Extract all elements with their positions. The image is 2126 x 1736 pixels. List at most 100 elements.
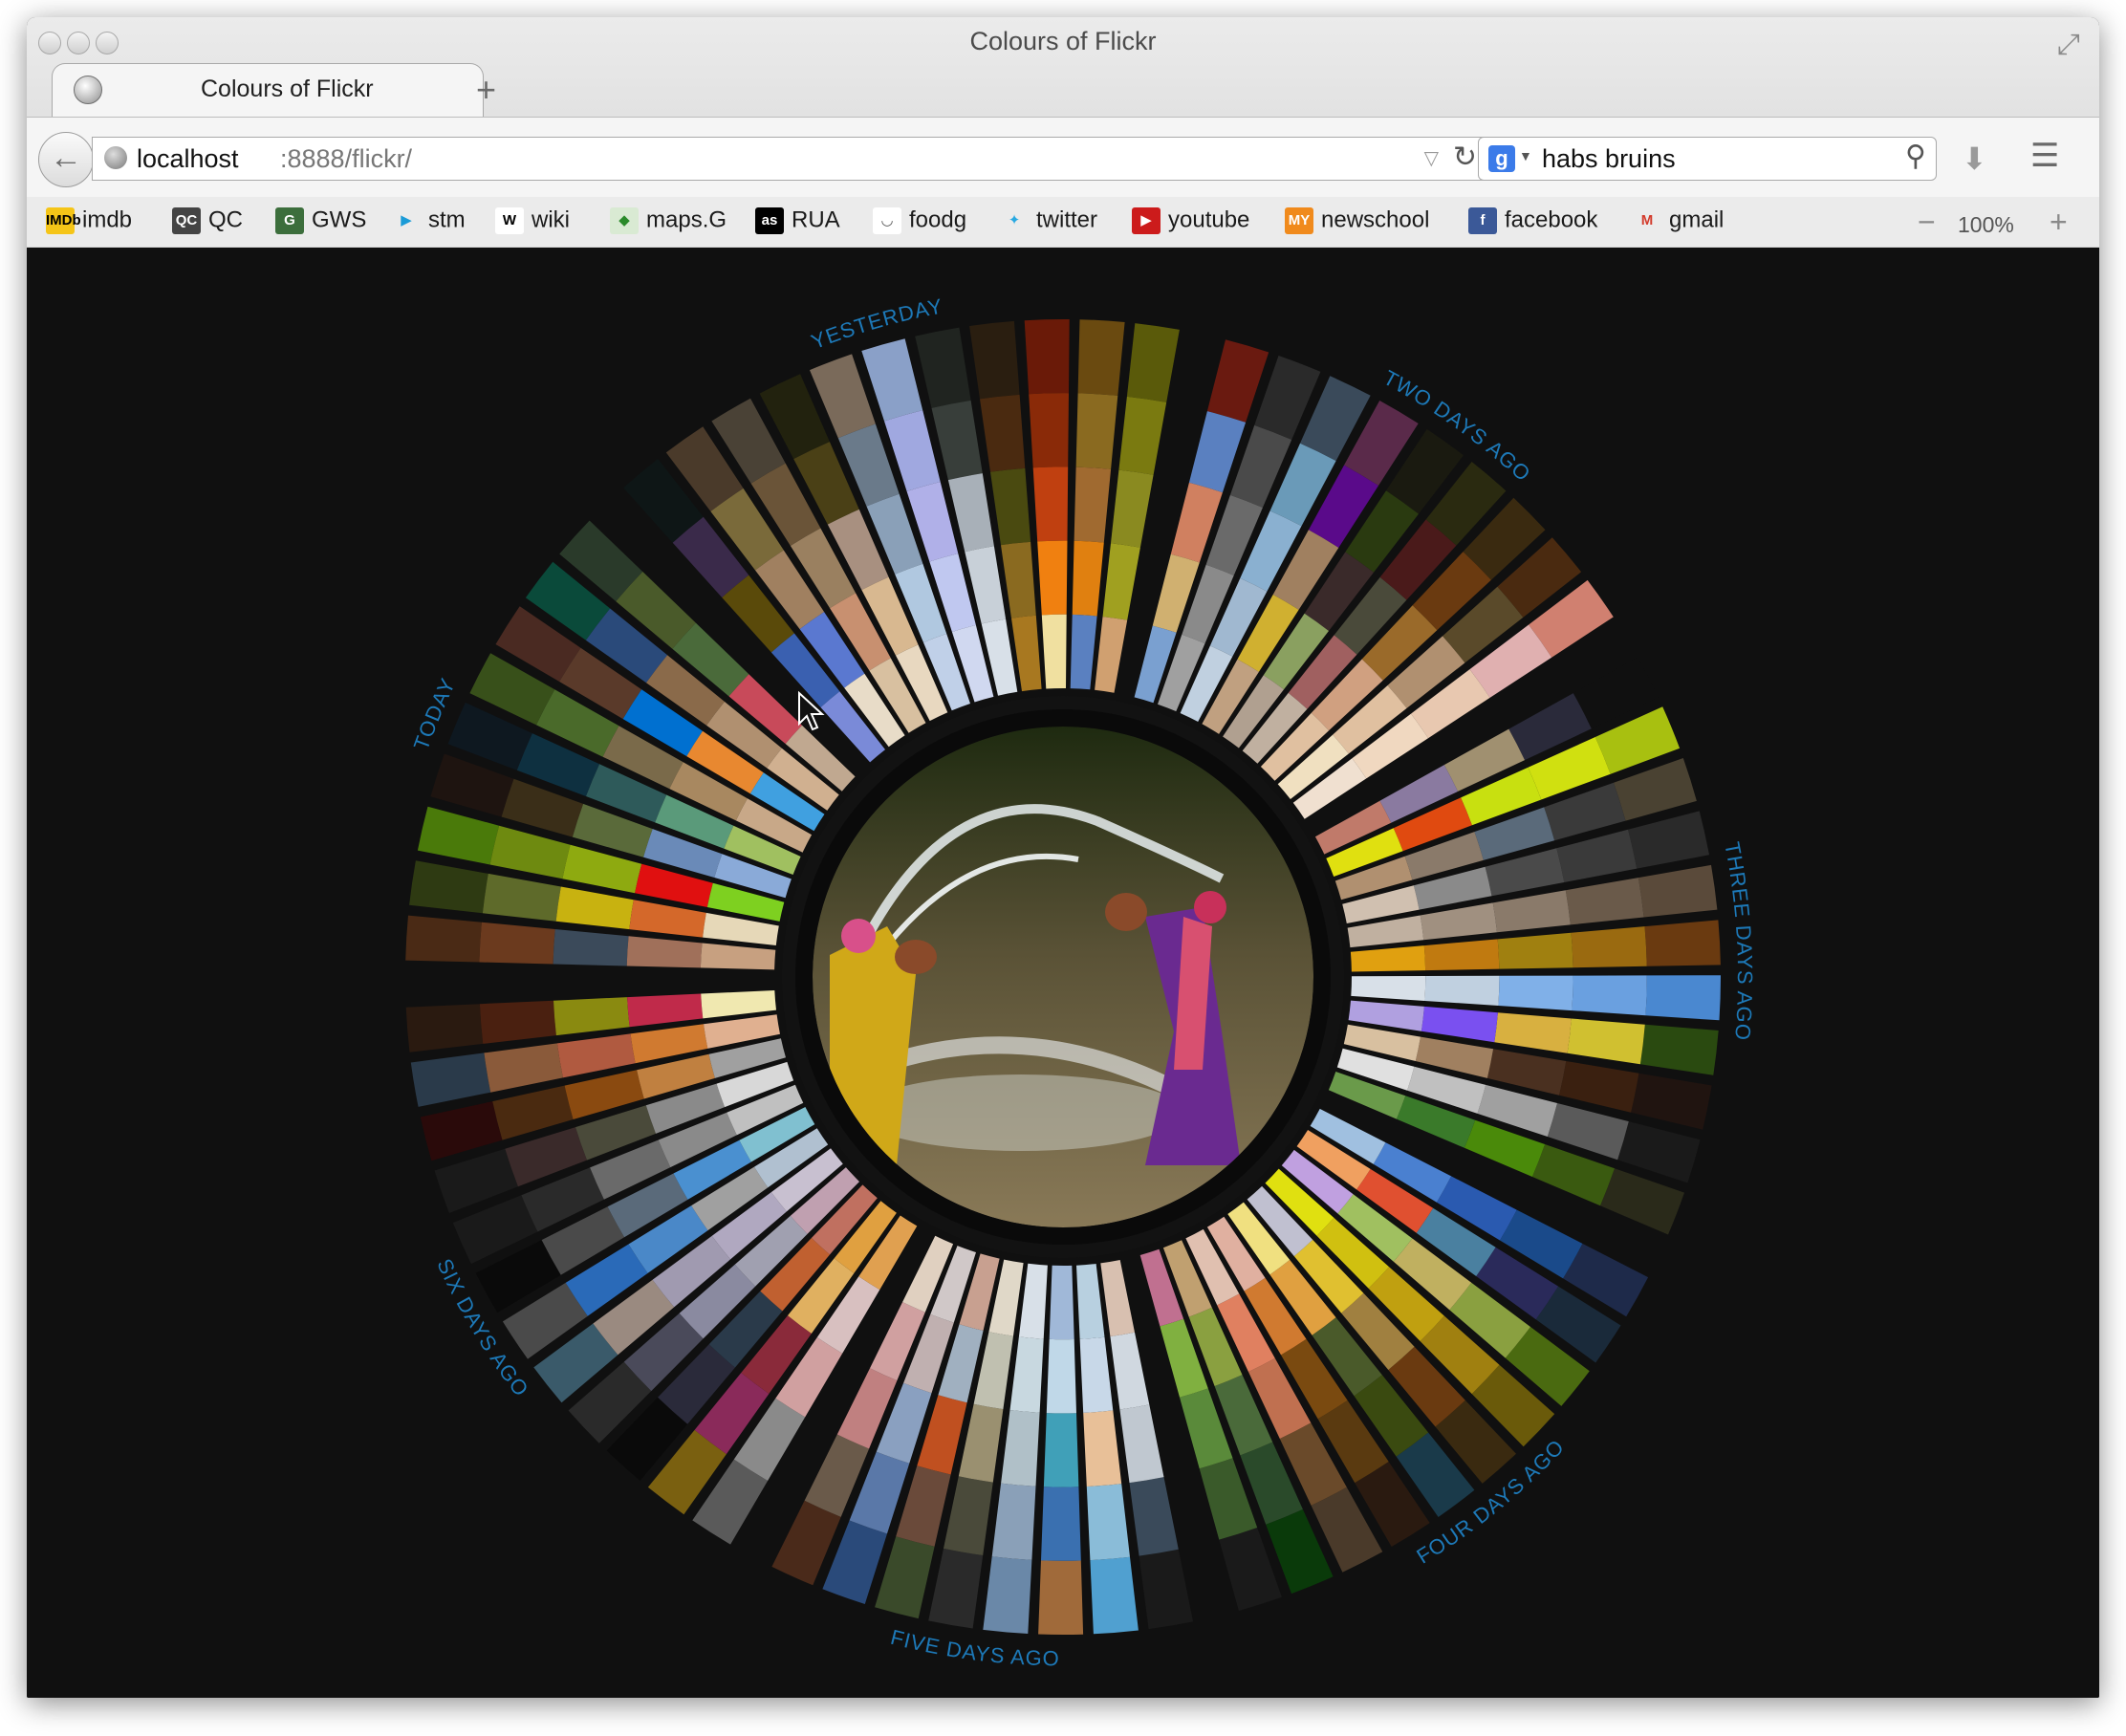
colour-swatch[interactable] bbox=[1498, 975, 1573, 1011]
colour-swatch[interactable] bbox=[1001, 1410, 1040, 1486]
colour-swatch[interactable] bbox=[958, 1403, 1004, 1483]
colour-swatch[interactable] bbox=[1043, 1413, 1079, 1487]
colour-swatch[interactable] bbox=[944, 1476, 993, 1555]
colour-swatch[interactable] bbox=[990, 467, 1031, 546]
colour-swatch[interactable] bbox=[1041, 1486, 1081, 1561]
reload-icon[interactable]: ↻ bbox=[1453, 141, 1477, 174]
colour-swatch[interactable] bbox=[1049, 1265, 1074, 1340]
colour-swatch[interactable] bbox=[1072, 540, 1104, 617]
colour-swatch[interactable] bbox=[1497, 932, 1573, 969]
bookmark-youtube[interactable]: ▶ youtube bbox=[1132, 206, 1249, 239]
colour-swatch[interactable] bbox=[947, 473, 994, 553]
zoom-out-button[interactable]: − bbox=[1918, 205, 1936, 240]
colour-swatch[interactable] bbox=[983, 1556, 1032, 1634]
google-search-engine-icon[interactable]: g bbox=[1488, 145, 1515, 172]
search-bar[interactable]: g ▼ habs bruins ⚲ bbox=[1478, 137, 1937, 181]
site-identity-icon[interactable] bbox=[104, 146, 127, 169]
colour-swatch[interactable] bbox=[1083, 1410, 1122, 1486]
colour-swatch[interactable] bbox=[1571, 926, 1647, 968]
colour-swatch[interactable] bbox=[1494, 1012, 1572, 1053]
colour-swatch[interactable] bbox=[1102, 543, 1140, 620]
colour-swatch[interactable] bbox=[1077, 319, 1125, 396]
bookmark-newschool[interactable]: MY newschool bbox=[1285, 206, 1429, 239]
colour-swatch[interactable] bbox=[1032, 467, 1069, 542]
bookmark-wiki[interactable]: Wwiki bbox=[495, 206, 570, 239]
colour-swatch[interactable] bbox=[1567, 1018, 1645, 1065]
colour-swatch[interactable] bbox=[991, 1483, 1036, 1560]
colour-swatch[interactable] bbox=[1086, 1484, 1130, 1561]
colour-swatch[interactable] bbox=[1095, 617, 1128, 693]
colour-swatch[interactable] bbox=[1018, 1263, 1048, 1339]
colour-swatch[interactable] bbox=[479, 922, 555, 965]
colour-swatch[interactable] bbox=[915, 327, 971, 408]
colour-swatch[interactable] bbox=[861, 338, 923, 422]
colour-swatch[interactable] bbox=[1079, 1336, 1114, 1413]
colour-swatch[interactable] bbox=[969, 320, 1020, 400]
colour-swatch[interactable] bbox=[1070, 614, 1097, 690]
colour-swatch[interactable] bbox=[1565, 878, 1644, 925]
colour-swatch[interactable] bbox=[1119, 1404, 1164, 1484]
bookmark-twitter[interactable]: ✦ twitter bbox=[1000, 206, 1097, 239]
colour-swatch[interactable] bbox=[928, 1548, 984, 1629]
colour-swatch[interactable] bbox=[1631, 1073, 1712, 1130]
colour-swatch[interactable] bbox=[1617, 1121, 1701, 1183]
colour-swatch[interactable] bbox=[489, 825, 571, 879]
menu-icon[interactable]: ☰ bbox=[2030, 137, 2059, 175]
colour-swatch[interactable] bbox=[405, 915, 482, 963]
colour-swatch[interactable] bbox=[1351, 976, 1426, 1001]
download-icon[interactable]: ⬇ bbox=[1962, 141, 1987, 177]
colour-swatch[interactable] bbox=[626, 936, 703, 968]
bookmark-rua[interactable]: as RUA bbox=[755, 206, 840, 239]
bookmark-gws[interactable]: G GWS bbox=[275, 206, 366, 239]
colour-swatch[interactable] bbox=[553, 929, 629, 966]
colour-swatch[interactable] bbox=[1206, 339, 1269, 423]
colour-swatch[interactable] bbox=[931, 400, 983, 481]
new-tab-button[interactable]: + bbox=[476, 70, 496, 110]
colour-swatch[interactable] bbox=[1046, 1338, 1076, 1414]
colour-swatch[interactable] bbox=[409, 860, 488, 914]
colour-swatch[interactable] bbox=[1556, 829, 1638, 882]
colour-swatch[interactable] bbox=[1139, 1549, 1194, 1630]
colour-swatch[interactable] bbox=[1110, 1332, 1150, 1410]
history-dropdown-icon[interactable]: ▽ bbox=[1424, 146, 1439, 170]
colour-swatch[interactable] bbox=[1423, 939, 1500, 971]
colour-swatch[interactable] bbox=[1038, 1560, 1084, 1636]
search-icon[interactable]: ⚲ bbox=[1905, 140, 1926, 173]
colour-swatch[interactable] bbox=[1024, 318, 1070, 395]
colour-swatch[interactable] bbox=[1111, 469, 1154, 548]
back-button[interactable]: ← bbox=[38, 132, 94, 187]
colour-swatch[interactable] bbox=[980, 394, 1026, 472]
bookmark-foodg[interactable]: ◡ foodg bbox=[873, 206, 966, 239]
colour-swatch[interactable] bbox=[410, 1052, 491, 1107]
colour-swatch[interactable] bbox=[1126, 323, 1180, 402]
colour-swatch[interactable] bbox=[1011, 615, 1042, 692]
colour-swatch[interactable] bbox=[555, 886, 634, 930]
colour-swatch[interactable] bbox=[700, 943, 776, 970]
search-input[interactable]: habs bruins bbox=[1542, 144, 1676, 174]
tab-colours-of-flickr[interactable]: Colours of Flickr bbox=[52, 63, 484, 117]
zoom-in-button[interactable]: + bbox=[2050, 205, 2068, 240]
colour-swatch[interactable] bbox=[1638, 864, 1718, 918]
colour-swatch[interactable] bbox=[1129, 1477, 1179, 1556]
colour-swatch[interactable] bbox=[1420, 902, 1497, 941]
colour-swatch[interactable] bbox=[1644, 920, 1721, 966]
colour-swatch[interactable] bbox=[1492, 890, 1571, 933]
url-bar[interactable]: localhost :8888/flickr/ ▽ ↻ bbox=[92, 137, 1489, 181]
bookmark-maps-g[interactable]: ◆ maps.G bbox=[610, 206, 727, 239]
colour-swatch[interactable] bbox=[420, 1101, 503, 1161]
zoom-level[interactable]: 100% bbox=[1958, 212, 2014, 238]
bookmark-qc[interactable]: QC QC bbox=[172, 206, 243, 239]
colour-swatch[interactable] bbox=[553, 997, 630, 1036]
colour-swatch[interactable] bbox=[1075, 393, 1118, 469]
colour-swatch[interactable] bbox=[1118, 396, 1167, 475]
colour-swatch[interactable] bbox=[629, 900, 706, 938]
colour-swatch[interactable] bbox=[1074, 467, 1112, 543]
colour-swatch[interactable] bbox=[1001, 541, 1036, 618]
colour-swatch[interactable] bbox=[484, 1043, 563, 1093]
colour-swatch[interactable] bbox=[556, 1033, 636, 1078]
colour-swatch[interactable] bbox=[627, 993, 704, 1028]
colour-swatch[interactable] bbox=[1041, 614, 1067, 689]
colour-swatch[interactable] bbox=[1076, 1264, 1105, 1339]
colour-swatch[interactable] bbox=[1350, 945, 1426, 972]
bookmark-imdb[interactable]: IMDbimdb bbox=[46, 206, 132, 239]
